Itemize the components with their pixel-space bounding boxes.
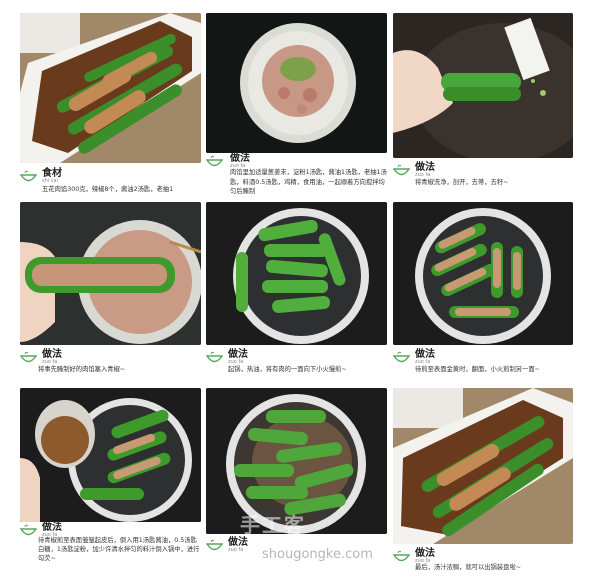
step-description: 肉馅里加适量葱姜末，淀粉1汤匙，酱油1汤匙，老抽1汤匙，料酒0.5汤匙，鸡精，食… (230, 169, 387, 195)
step-description: 五花肉馅300克，辣椒8个，酱油2汤匙，老抽1 (42, 186, 174, 193)
bowl-icon (206, 539, 223, 551)
step-description: 最后，汤汁浓稠，就可以出锅装盘啦~ (415, 564, 522, 571)
bowl-icon (206, 155, 223, 167)
watermark-logo: 手工客 (240, 513, 306, 537)
photo-finished-dish-top (20, 13, 201, 163)
step-pinyin: shi cai (42, 178, 58, 184)
watermark-url: shougongke.com (262, 547, 373, 562)
step-caption-7: 做法 zuo fa 待青椒煎至表面皱皱起皮后，倒入用1汤匙酱油，0.5汤匙白糖，… (20, 522, 201, 577)
step-pinyin: zuo fa (228, 547, 244, 553)
photo-stuffing-pepper (20, 202, 201, 345)
bowl-icon (20, 170, 37, 182)
step-description: 将青椒洗净，剖开，去蒂，去籽~ (415, 179, 509, 186)
step-description: 将事先腌制好的肉馅塞入青椒~ (38, 366, 126, 373)
step-description: 待煎至表面金黄时，翻面，小火煎制另一面~ (415, 366, 540, 373)
photo-peppers-in-pan (206, 202, 387, 345)
photo-peppers-golden (393, 202, 573, 345)
bowl-icon (20, 351, 37, 363)
step-caption-4: 做法 zuo fa 将事先腌制好的肉馅塞入青椒~ (20, 349, 201, 385)
bowl-icon (20, 524, 37, 536)
step-caption-1: 食材 shi cai 五花肉馅300克，辣椒8个，酱油2汤匙，老抽1 (20, 168, 201, 198)
photo-finished-dish-plated (393, 388, 573, 544)
photo-cutting-pepper (393, 13, 573, 158)
photo-minced-meat-bowl (206, 13, 387, 153)
photo-pouring-sauce (20, 388, 201, 522)
bowl-icon (393, 164, 410, 176)
step-caption-3: 做法 zuo fa 将青椒洗净，剖开，去蒂，去籽~ (393, 162, 573, 198)
bowl-icon (393, 550, 410, 562)
step-caption-5: 做法 zuo fa 起锅，热油，将有肉的一面向下小火慢煎~ (206, 349, 391, 385)
bowl-icon (206, 351, 223, 363)
step-caption-6: 做法 zuo fa 待煎至表面金黄时，翻面，小火煎制另一面~ (393, 349, 573, 385)
step-caption-9: 做法 zuo fa 最后，汤汁浓稠，就可以出锅装盘啦~ (393, 548, 573, 577)
step-caption-2: 做法 zuo fa 肉馅里加适量葱姜末，淀粉1汤匙，酱油1汤匙，老抽1汤匙，料酒… (206, 153, 391, 198)
step-description: 起锅，热油，将有肉的一面向下小火慢煎~ (228, 366, 347, 373)
bowl-icon (393, 351, 410, 363)
step-description: 待青椒煎至表面皱皱起皮后，倒入用1汤匙酱油，0.5汤匙白糖，1汤匙淀粉，加少许清… (38, 537, 200, 562)
